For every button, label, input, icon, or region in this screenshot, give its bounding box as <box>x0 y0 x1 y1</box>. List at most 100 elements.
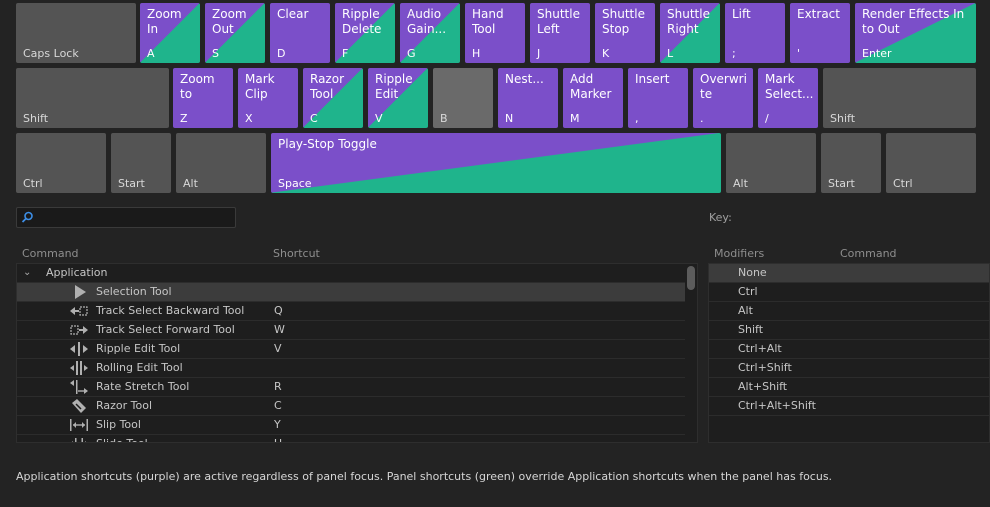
table-row[interactable]: Slide Tool U <box>17 435 685 442</box>
command-label: Rate Stretch Tool <box>96 380 190 393</box>
key-b[interactable]: B <box>433 68 493 128</box>
key-legend-label: Key: <box>709 211 732 224</box>
modifier-label: Ctrl+Alt <box>738 342 782 355</box>
table-row[interactable]: Rolling Edit Tool <box>17 359 685 378</box>
key-letter: L <box>667 47 674 60</box>
key-f[interactable]: Ripple Delete F <box>335 3 395 63</box>
table-row[interactable]: Slip Tool Y <box>17 416 685 435</box>
modifier-row[interactable]: Alt <box>709 302 989 321</box>
shortcut-column-header[interactable]: Shortcut <box>273 247 320 260</box>
key-letter: Start <box>828 177 855 190</box>
key-letter: F <box>342 47 349 60</box>
modifiers-column-header[interactable]: Modifiers <box>714 247 764 260</box>
key-left-alt[interactable]: Alt <box>176 133 266 193</box>
shortcut-value: R <box>274 380 282 393</box>
key-s[interactable]: Zoom Out S <box>205 3 265 63</box>
key-left-start[interactable]: Start <box>111 133 171 193</box>
key-caps-lock[interactable]: Caps Lock <box>16 3 136 63</box>
key-letter: Alt <box>183 177 198 190</box>
key-z[interactable]: Zoom to Seque... Z <box>173 68 233 128</box>
key-x[interactable]: Mark Clip X <box>238 68 298 128</box>
shortcut-value: C <box>274 399 282 412</box>
key-letter: Alt <box>733 177 748 190</box>
command-label: Track Select Forward Tool <box>96 323 235 336</box>
key-m[interactable]: Add Marker M <box>563 68 623 128</box>
key-c[interactable]: Razor Tool C <box>303 68 363 128</box>
key-period[interactable]: Overwrite . <box>693 68 753 128</box>
key-letter: . <box>700 112 704 125</box>
table-row[interactable]: Selection Tool <box>17 283 685 302</box>
key-semicolon[interactable]: Lift ; <box>725 3 785 63</box>
modifier-label: Ctrl <box>738 285 758 298</box>
key-letter: Z <box>180 112 188 125</box>
key-command-label: Shuttle Stop <box>602 7 645 36</box>
key-letter: Caps Lock <box>23 47 79 60</box>
key-l[interactable]: Shuttle Right L <box>660 3 720 63</box>
rate-stretch-icon <box>70 380 88 394</box>
table-row[interactable]: Rate Stretch Tool R <box>17 378 685 397</box>
key-k[interactable]: Shuttle Stop K <box>595 3 655 63</box>
modifier-label: Shift <box>738 323 764 336</box>
key-right-alt[interactable]: Alt <box>726 133 816 193</box>
key-space[interactable]: Play-Stop Toggle Space <box>271 133 721 193</box>
key-right-start[interactable]: Start <box>821 133 881 193</box>
key-right-ctrl[interactable]: Ctrl <box>886 133 976 193</box>
key-h[interactable]: Hand Tool H <box>465 3 525 63</box>
table-row[interactable]: Razor Tool C <box>17 397 685 416</box>
modifier-row[interactable]: Shift <box>709 321 989 340</box>
modifier-command-column-header[interactable]: Command <box>840 247 897 260</box>
key-quote[interactable]: Extract ' <box>790 3 850 63</box>
key-j[interactable]: Shuttle Left J <box>530 3 590 63</box>
key-letter: B <box>440 112 448 125</box>
key-letter: V <box>375 112 383 125</box>
group-row-application[interactable]: ⌄ Application <box>17 264 685 283</box>
modifier-row[interactable]: Ctrl+Alt <box>709 340 989 359</box>
key-letter: Shift <box>830 112 856 125</box>
table-row[interactable]: Track Select Backward Tool Q <box>17 302 685 321</box>
modifier-row[interactable]: Ctrl+Alt+Shift <box>709 397 989 416</box>
key-n[interactable]: Nest... N <box>498 68 558 128</box>
modifier-row[interactable]: Ctrl+Shift <box>709 359 989 378</box>
modifier-label: Ctrl+Alt+Shift <box>738 399 816 412</box>
search-input[interactable] <box>16 207 236 228</box>
key-letter: Ctrl <box>23 177 43 190</box>
command-label: Slide Tool <box>96 435 148 442</box>
key-letter: Enter <box>862 47 892 60</box>
table-row[interactable]: Ripple Edit Tool V <box>17 340 685 359</box>
key-letter: G <box>407 47 416 60</box>
key-command-label: Add Marker <box>570 72 612 101</box>
key-enter[interactable]: Render Effects In to Out Enter <box>855 3 976 63</box>
modifiers-list: None Ctrl Alt Shift Ctrl+Alt Ctrl+Shift … <box>708 263 990 443</box>
slide-icon <box>72 438 86 442</box>
shortcut-value: Y <box>274 418 281 431</box>
key-letter: Start <box>118 177 145 190</box>
chevron-down-icon[interactable]: ⌄ <box>23 264 31 282</box>
key-comma[interactable]: Insert , <box>628 68 688 128</box>
modifier-label: Ctrl+Shift <box>738 361 792 374</box>
track-select-backward-icon <box>70 306 88 316</box>
key-right-shift[interactable]: Shift <box>823 68 976 128</box>
command-column-header[interactable]: Command <box>22 247 79 260</box>
key-command-label: Overwrite <box>700 72 747 101</box>
modifier-row[interactable]: Alt+Shift <box>709 378 989 397</box>
track-select-forward-icon <box>70 325 88 335</box>
modifier-label: Alt+Shift <box>738 380 788 393</box>
key-slash[interactable]: Mark Select... / <box>758 68 818 128</box>
footer-note: Application shortcuts (purple) are activ… <box>16 470 833 483</box>
key-letter: J <box>537 47 541 60</box>
modifier-row[interactable]: Ctrl <box>709 283 989 302</box>
key-command-label: Hand Tool <box>472 7 504 36</box>
key-v[interactable]: Ripple Edit Tool V <box>368 68 428 128</box>
key-d[interactable]: Clear D <box>270 3 330 63</box>
table-row[interactable]: Track Select Forward Tool W <box>17 321 685 340</box>
modifier-label: Alt <box>738 304 753 317</box>
key-left-ctrl[interactable]: Ctrl <box>16 133 106 193</box>
rolling-edit-icon <box>70 361 88 375</box>
key-g[interactable]: Audio Gain... G <box>400 3 460 63</box>
modifier-row[interactable]: None <box>709 264 989 283</box>
key-command-label: Shuttle Right <box>667 7 710 36</box>
key-a[interactable]: Zoom In A <box>140 3 200 63</box>
key-letter: X <box>245 112 253 125</box>
key-left-shift[interactable]: Shift <box>16 68 169 128</box>
command-list-scrollbar[interactable] <box>687 266 695 290</box>
